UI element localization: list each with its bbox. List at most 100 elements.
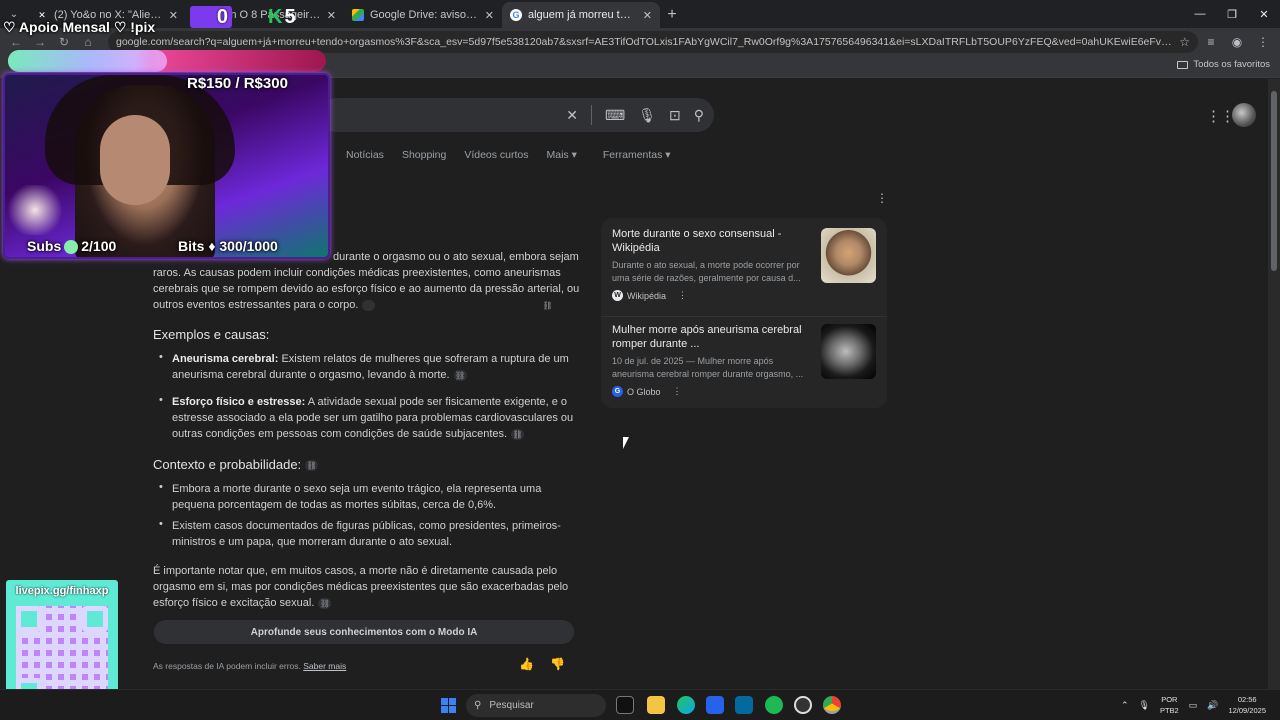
bullet-title: Esforço físico e estresse: xyxy=(172,396,306,408)
tab-more[interactable]: Mais ▾ xyxy=(547,149,577,161)
page-scrollbar[interactable] xyxy=(1268,79,1280,689)
close-window-icon[interactable]: ✕ xyxy=(1248,0,1280,28)
account-avatar[interactable] xyxy=(1232,103,1256,127)
taskbar-search-placeholder: Pesquisar xyxy=(489,700,534,711)
source-site: G O Globo ⋮ xyxy=(612,386,882,397)
list-item: Aneurisma cerebral: Existem relatos de m… xyxy=(172,351,577,383)
qr-eye xyxy=(16,606,42,632)
close-tab-icon[interactable]: ✕ xyxy=(169,9,178,22)
close-tab-icon[interactable]: ✕ xyxy=(485,9,494,22)
edge-icon[interactable] xyxy=(677,696,695,714)
overlay-title: ♡ Apoio Mensal ♡ !pix xyxy=(3,19,156,35)
ai-closing-text: É importante notar que, em muitos casos,… xyxy=(153,565,569,609)
browser-menu-icon[interactable]: ⋮ xyxy=(1252,30,1274,54)
section-heading: Contexto e probabilidade: ⛓ xyxy=(153,457,319,472)
media-controls-icon[interactable]: ≡ xyxy=(1200,30,1222,54)
volume-icon[interactable]: 🔊 xyxy=(1207,700,1218,711)
bullet-icon: • xyxy=(159,518,163,530)
thumbs-up-icon[interactable]: 👍 xyxy=(519,657,534,671)
minimize-icon[interactable]: — xyxy=(1184,0,1216,28)
tab-tools[interactable]: Ferramentas ▾ xyxy=(603,149,671,161)
source-title[interactable]: Mulher morre após aneurisma cerebral rom… xyxy=(612,324,812,351)
system-tray: ⌃ 🎙 POR PTB2 ▭ 🔊 02:56 12/09/2025 xyxy=(1121,694,1266,716)
search-box-icons: ✕ ⌨ 🎙 ⊡ ⚲ xyxy=(566,98,704,132)
obs-icon[interactable] xyxy=(794,696,812,714)
clear-icon[interactable]: ✕ xyxy=(566,107,578,124)
file-explorer-icon[interactable] xyxy=(647,696,665,714)
profile-icon[interactable]: ◉ xyxy=(1226,30,1248,54)
divider xyxy=(591,105,592,125)
tab-shopping[interactable]: Shopping xyxy=(402,149,446,161)
tab-title: alguem já morreu tendo orgas xyxy=(528,9,637,21)
bullet-title: Aneurisma cerebral: xyxy=(172,353,279,365)
taskbar-search[interactable]: ⚲ Pesquisar xyxy=(466,694,606,717)
maximize-icon[interactable]: ❐ xyxy=(1216,0,1248,28)
clock[interactable]: 02:56 12/09/2025 xyxy=(1228,694,1266,716)
link-icon[interactable]: ⛓ xyxy=(305,460,319,472)
more-options-icon[interactable]: ⋮ xyxy=(673,386,682,397)
source-thumbnail[interactable] xyxy=(821,228,876,283)
chrome-icon[interactable] xyxy=(823,696,841,714)
qr-label: livepix.gg/finhaxp xyxy=(15,585,109,597)
alien-icon xyxy=(64,240,79,255)
clock-time: 02:56 xyxy=(1237,695,1257,704)
new-tab-button[interactable]: + xyxy=(660,2,684,28)
spotify-icon[interactable] xyxy=(765,696,783,714)
all-bookmarks-button[interactable]: Todos os favoritos xyxy=(1177,59,1270,70)
close-tab-icon[interactable]: ✕ xyxy=(643,9,652,22)
tab-title: Google Drive: aviso de verificaç xyxy=(370,9,479,21)
source-description: Durante o ato sexual, a morte pode ocorr… xyxy=(612,260,801,283)
search-icon[interactable]: ⚲ xyxy=(694,107,704,124)
microphone-icon[interactable]: 🎙 xyxy=(638,107,656,124)
source-thumbnail[interactable] xyxy=(821,324,876,379)
language-code: POR xyxy=(1161,695,1178,704)
source-site-name: Wikipédia xyxy=(627,290,667,301)
link-icon[interactable]: ⛓ xyxy=(362,299,553,311)
learn-more-link[interactable]: Saber mais xyxy=(303,661,346,671)
keyboard-icon[interactable]: ⌨ xyxy=(605,107,625,124)
chevron-up-icon[interactable]: ⌃ xyxy=(1121,700,1129,711)
goal-progress-bar xyxy=(8,50,326,72)
windows-start-icon[interactable] xyxy=(441,698,456,713)
close-tab-icon[interactable]: ✕ xyxy=(327,9,336,22)
bullet-icon: • xyxy=(159,351,163,363)
outlook-icon[interactable] xyxy=(735,696,753,714)
link-icon[interactable]: ⛓ xyxy=(453,369,467,381)
lens-icon[interactable]: ⊡ xyxy=(669,107,681,124)
list-item: Esforço físico e estresse: A atividade s… xyxy=(172,394,577,442)
scrollbar-thumb[interactable] xyxy=(1271,91,1277,271)
sources-panel: Morte durante o sexo consensual - Wikipé… xyxy=(601,218,887,408)
bits-counter: Bits ♦ 300/1000 xyxy=(178,238,278,254)
webcam-light xyxy=(5,185,65,235)
tab-short-videos[interactable]: Vídeos curtos xyxy=(464,149,528,161)
tab-news[interactable]: Notícias xyxy=(346,149,384,161)
thumbs-down-icon[interactable]: 👎 xyxy=(550,657,565,671)
language-indicator[interactable]: POR PTB2 xyxy=(1160,694,1179,716)
source-site: W Wikipédia ⋮ xyxy=(612,290,882,301)
bookmark-star-icon[interactable]: ☆ xyxy=(1179,35,1190,49)
ai-mode-button[interactable]: Aprofunde seus conhecimentos com o Modo … xyxy=(154,620,574,644)
network-icon[interactable]: ▭ xyxy=(1189,700,1198,711)
disclaimer-text: As respostas de IA podem incluir erros. xyxy=(153,661,301,671)
microphone-icon[interactable]: 🎙 xyxy=(1139,700,1150,711)
link-icon[interactable]: ⛓ xyxy=(511,428,525,440)
subs-value: 2/100 xyxy=(81,238,117,254)
subs-counter: Subs 2/100 xyxy=(27,238,117,255)
more-options-icon[interactable]: ⋮ xyxy=(678,290,687,301)
mouse-cursor xyxy=(623,437,629,449)
source-title[interactable]: Morte durante o sexo consensual - Wikipé… xyxy=(612,228,812,255)
list-item: Embora a morte durante o sexo seja um ev… xyxy=(172,483,542,511)
webcam-feed xyxy=(3,73,330,259)
search-input[interactable]: ✕ ⌨ 🎙 ⊡ ⚲ xyxy=(320,98,714,132)
browser-tab[interactable]: Google Drive: aviso de verificaç ✕ xyxy=(344,2,502,28)
windows-taskbar: ⚲ Pesquisar ⌃ 🎙 POR PTB2 ▭ 🔊 02:56 12/09… xyxy=(0,689,1280,720)
link-icon[interactable]: ⛓ xyxy=(318,597,332,609)
source-description: 10 de jul. de 2025 — Mulher morre após a… xyxy=(612,356,804,379)
browser-tab-active[interactable]: G alguem já morreu tendo orgas ✕ xyxy=(502,2,660,28)
stream-badge-o: 0 xyxy=(190,6,232,28)
terminal-icon[interactable] xyxy=(616,696,634,714)
more-options-icon[interactable]: ⋮ xyxy=(876,191,888,205)
store-icon[interactable] xyxy=(706,696,724,714)
screen: ⌄ ✕ (2) Yo&o no X: "Alien O 8 Passa ✕ Al… xyxy=(0,0,1280,720)
subs-label: Subs xyxy=(27,238,62,254)
